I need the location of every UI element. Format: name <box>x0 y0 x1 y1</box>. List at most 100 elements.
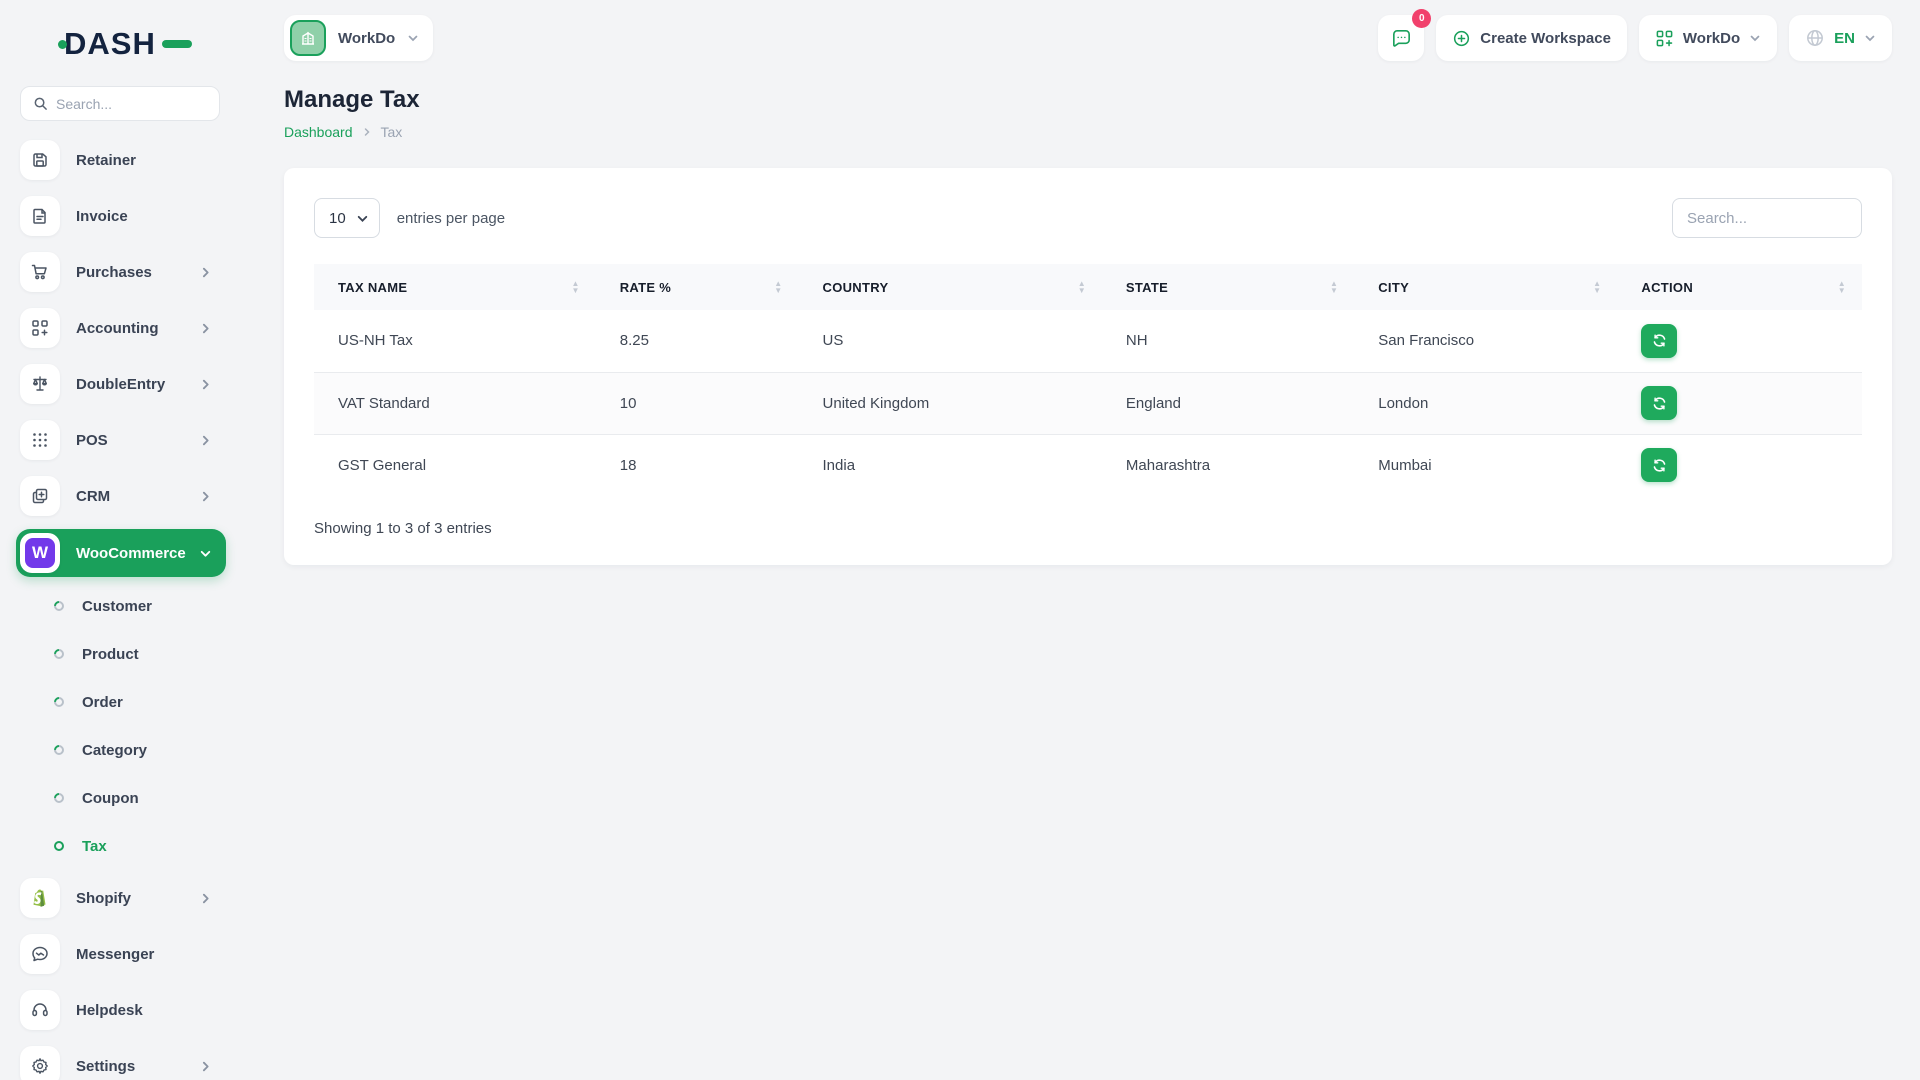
sidebar-item-pos[interactable]: POS <box>16 417 226 463</box>
sidebar-item-label: Helpdesk <box>76 1002 226 1019</box>
sort-arrows-icon[interactable]: ▲▼ <box>1078 280 1086 294</box>
refresh-action-button[interactable] <box>1641 386 1677 420</box>
sidebar-item-label: Tax <box>82 838 226 855</box>
sidebar-item-doubleentry[interactable]: DoubleEntry <box>16 361 226 407</box>
sidebar-search[interactable] <box>20 86 220 121</box>
app-logo: DASH <box>0 24 240 64</box>
sidebar-item-label: DoubleEntry <box>76 376 199 393</box>
sidebar-item-label: Customer <box>82 598 226 615</box>
accounting-icon <box>20 308 60 348</box>
sort-arrows-icon[interactable]: ▲▼ <box>1593 280 1601 294</box>
sidebar-item-label: Retainer <box>76 152 226 169</box>
refresh-icon <box>1652 458 1667 473</box>
chevron-down-icon <box>407 32 419 44</box>
sidebar-item-retainer[interactable]: Retainer <box>16 137 226 183</box>
sidebar-item-product[interactable]: Product <box>16 635 226 673</box>
cell-action <box>1617 310 1862 372</box>
table-search-input[interactable] <box>1672 198 1862 238</box>
chevron-right-icon <box>199 892 212 905</box>
sidebar-item-shopify[interactable]: Shopify <box>16 875 226 921</box>
column-header-state[interactable]: STATE ▲▼ <box>1102 264 1354 310</box>
table-row: US-NH Tax8.25USNHSan Francisco <box>314 310 1862 372</box>
chevron-down-icon <box>1864 32 1876 44</box>
column-label: ACTION <box>1641 280 1693 295</box>
language-selector[interactable]: EN <box>1789 15 1892 61</box>
cell-country: India <box>799 434 1102 496</box>
chevron-down-icon <box>1749 32 1761 44</box>
sort-arrows-icon[interactable]: ▲▼ <box>572 280 580 294</box>
column-label: CITY <box>1378 280 1409 295</box>
sort-arrows-icon[interactable]: ▲▼ <box>1330 280 1338 294</box>
purchases-icon <box>20 252 60 292</box>
chevron-right-icon <box>199 1060 212 1073</box>
sort-arrows-icon[interactable]: ▲▼ <box>1838 280 1846 294</box>
cell-state: Maharashtra <box>1102 434 1354 496</box>
sidebar-item-invoice[interactable]: Invoice <box>16 193 226 239</box>
language-code: EN <box>1834 30 1855 47</box>
cell-city: London <box>1354 372 1617 434</box>
refresh-action-button[interactable] <box>1641 324 1677 358</box>
column-header-country[interactable]: COUNTRY ▲▼ <box>799 264 1102 310</box>
helpdesk-icon <box>20 990 60 1030</box>
chevron-right-icon <box>199 490 212 503</box>
messages-button[interactable]: 0 <box>1378 15 1424 61</box>
cell-country: US <box>799 310 1102 372</box>
bullet-icon <box>52 791 66 805</box>
cell-city: Mumbai <box>1354 434 1617 496</box>
top-header: WorkDo 0 <box>284 12 1892 64</box>
column-label: RATE % <box>620 280 671 295</box>
bullet-icon <box>52 695 66 709</box>
sidebar-item-label: Product <box>82 646 226 663</box>
sidebar-item-label: Invoice <box>76 208 226 225</box>
sidebar-item-messenger[interactable]: Messenger <box>16 931 226 977</box>
sidebar-item-label: Coupon <box>82 790 226 807</box>
shopify-icon <box>20 878 60 918</box>
sidebar-item-category[interactable]: Category <box>16 731 226 769</box>
sidebar-item-label: Shopify <box>76 890 199 907</box>
column-header-rate[interactable]: RATE % ▲▼ <box>596 264 799 310</box>
sidebar-item-crm[interactable]: CRM <box>16 473 226 519</box>
create-workspace-label: Create Workspace <box>1480 30 1611 47</box>
sidebar-search-input[interactable] <box>56 96 207 112</box>
workdo-menu-button[interactable]: WorkDo <box>1639 15 1777 61</box>
breadcrumb-dashboard-link[interactable]: Dashboard <box>284 124 353 140</box>
create-workspace-button[interactable]: Create Workspace <box>1436 15 1627 61</box>
sidebar-item-purchases[interactable]: Purchases <box>16 249 226 295</box>
sidebar-item-settings[interactable]: Settings <box>16 1043 226 1080</box>
logo-dash-icon <box>162 40 192 48</box>
sidebar-item-label: Settings <box>76 1058 199 1075</box>
cell-state: NH <box>1102 310 1354 372</box>
table-header: TAX NAME▲▼ RATE % ▲▼ COUNTRY ▲▼ STATE ▲▼ CITY ▲▼… <box>314 264 1862 310</box>
sidebar-item-coupon[interactable]: Coupon <box>16 779 226 817</box>
column-header-action[interactable]: ACTION ▲▼ <box>1617 264 1862 310</box>
cell-tax-name: GST General <box>314 434 596 496</box>
column-header-city[interactable]: CITY ▲▼ <box>1354 264 1617 310</box>
sidebar-item-woocommerce[interactable]: WWooCommerce <box>16 529 226 577</box>
cell-action <box>1617 372 1862 434</box>
logo-dot-icon <box>58 40 67 49</box>
sort-arrows-icon[interactable]: ▲▼ <box>774 280 782 294</box>
cell-state: England <box>1102 372 1354 434</box>
plus-circle-icon <box>1452 29 1471 48</box>
workspace-switcher[interactable]: WorkDo <box>284 15 433 61</box>
column-header-tax-name[interactable]: TAX NAME▲▼ <box>314 264 596 310</box>
cell-city: San Francisco <box>1354 310 1617 372</box>
sidebar-item-customer[interactable]: Customer <box>16 587 226 625</box>
chevron-down-icon <box>356 212 369 225</box>
column-label: COUNTRY <box>823 280 889 295</box>
table-row: GST General18IndiaMaharashtraMumbai <box>314 434 1862 496</box>
page-size-select[interactable]: 10 <box>314 198 380 238</box>
sidebar: DASH Retainer Invoice Purchases Accounting D… <box>0 0 240 1080</box>
sidebar-item-label: CRM <box>76 488 199 505</box>
logo-text: DASH <box>64 26 156 62</box>
table-controls: 10 entries per page <box>314 198 1862 238</box>
column-label: STATE <box>1126 280 1168 295</box>
sidebar-item-helpdesk[interactable]: Helpdesk <box>16 987 226 1033</box>
sidebar-item-order[interactable]: Order <box>16 683 226 721</box>
sidebar-item-accounting[interactable]: Accounting <box>16 305 226 351</box>
main-area: WorkDo 0 <box>240 0 1920 1080</box>
bullet-icon <box>52 743 66 757</box>
refresh-action-button[interactable] <box>1641 448 1677 482</box>
sidebar-item-tax[interactable]: Tax <box>16 827 226 865</box>
tax-table: TAX NAME▲▼ RATE % ▲▼ COUNTRY ▲▼ STATE ▲▼ CITY ▲▼… <box>314 264 1862 496</box>
